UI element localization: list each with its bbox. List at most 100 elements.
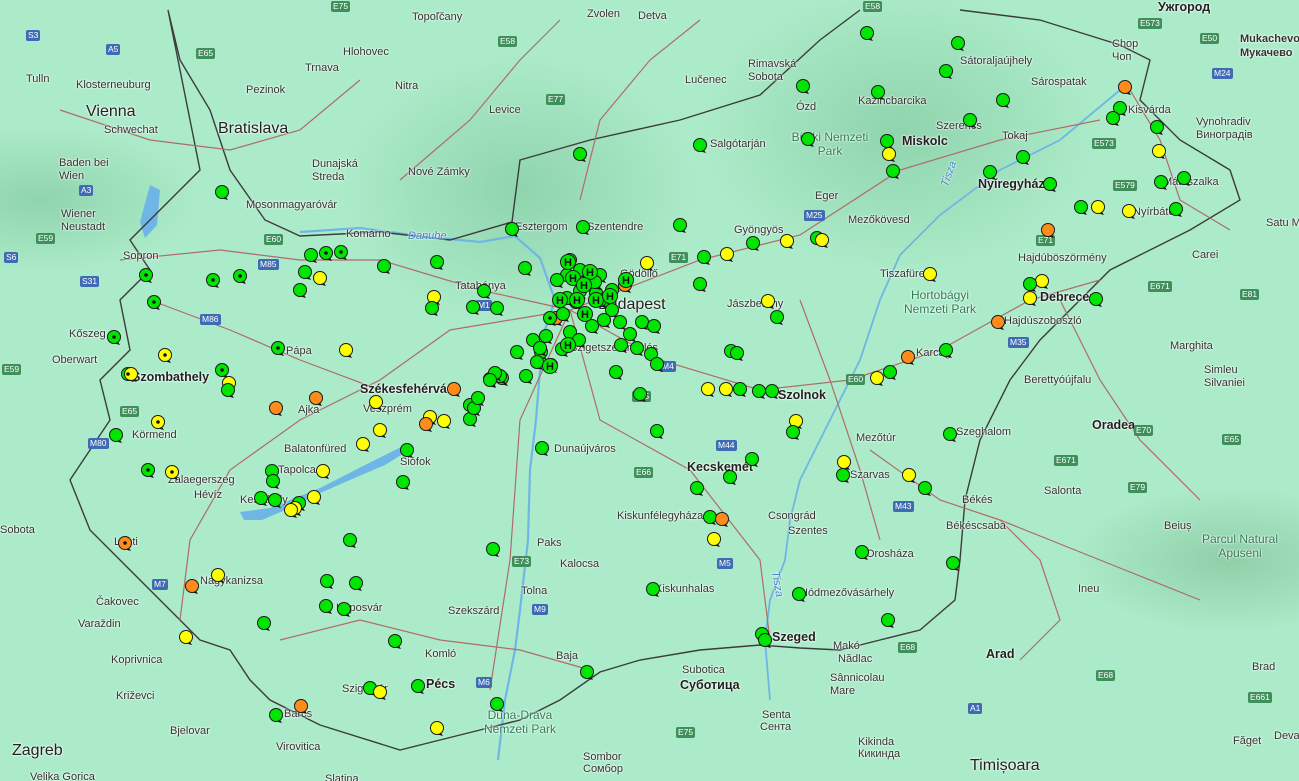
station-marker[interactable] xyxy=(1118,80,1132,94)
station-marker[interactable] xyxy=(796,79,810,93)
station-marker[interactable] xyxy=(871,85,885,99)
station-marker[interactable] xyxy=(673,218,687,232)
station-marker[interactable] xyxy=(307,490,321,504)
station-marker[interactable] xyxy=(284,503,298,517)
station-marker[interactable] xyxy=(466,300,480,314)
station-marker[interactable] xyxy=(881,613,895,627)
station-marker[interactable] xyxy=(946,556,960,570)
station-marker[interactable] xyxy=(597,313,611,327)
station-marker[interactable] xyxy=(269,708,283,722)
station-marker[interactable] xyxy=(539,329,553,343)
station-marker[interactable] xyxy=(573,147,587,161)
station-marker[interactable] xyxy=(752,384,766,398)
station-marker[interactable] xyxy=(257,616,271,630)
station-marker[interactable] xyxy=(510,345,524,359)
station-marker[interactable] xyxy=(269,401,283,415)
station-marker[interactable] xyxy=(580,665,594,679)
station-marker[interactable] xyxy=(855,545,869,559)
station-marker[interactable] xyxy=(983,165,997,179)
station-marker[interactable] xyxy=(298,265,312,279)
station-marker[interactable] xyxy=(490,697,504,711)
station-marker[interactable] xyxy=(836,468,850,482)
station-marker[interactable] xyxy=(211,568,225,582)
station-marker[interactable] xyxy=(1023,291,1037,305)
station-marker[interactable] xyxy=(254,491,268,505)
station-marker[interactable] xyxy=(1089,292,1103,306)
station-marker[interactable] xyxy=(437,414,451,428)
station-marker[interactable] xyxy=(1122,204,1136,218)
station-marker[interactable] xyxy=(179,630,193,644)
station-marker[interactable] xyxy=(1041,223,1055,237)
station-marker[interactable] xyxy=(1043,177,1057,191)
station-marker[interactable] xyxy=(293,283,307,297)
station-marker[interactable] xyxy=(882,147,896,161)
station-marker[interactable] xyxy=(650,357,664,371)
station-marker[interactable] xyxy=(730,346,744,360)
station-marker[interactable] xyxy=(1150,120,1164,134)
station-marker[interactable] xyxy=(647,319,661,333)
station-marker[interactable] xyxy=(1035,274,1049,288)
station-marker[interactable] xyxy=(870,371,884,385)
station-marker[interactable] xyxy=(939,64,953,78)
station-marker[interactable] xyxy=(430,255,444,269)
station-marker[interactable] xyxy=(1152,144,1166,158)
station-marker[interactable] xyxy=(901,350,915,364)
station-marker[interactable] xyxy=(815,233,829,247)
station-marker[interactable] xyxy=(294,699,308,713)
station-marker[interactable] xyxy=(490,301,504,315)
station-marker[interactable] xyxy=(635,315,649,329)
station-marker[interactable] xyxy=(471,391,485,405)
station-marker[interactable] xyxy=(430,721,444,735)
station-marker[interactable] xyxy=(693,138,707,152)
station-marker[interactable] xyxy=(356,437,370,451)
station-marker[interactable] xyxy=(733,382,747,396)
station-marker[interactable] xyxy=(519,369,533,383)
station-marker[interactable] xyxy=(902,468,916,482)
station-marker[interactable] xyxy=(1106,111,1120,125)
station-marker[interactable] xyxy=(1154,175,1168,189)
station-marker[interactable] xyxy=(792,587,806,601)
station-marker[interactable] xyxy=(109,428,123,442)
station-marker[interactable] xyxy=(477,284,491,298)
station-marker[interactable] xyxy=(745,452,759,466)
station-marker[interactable] xyxy=(304,248,318,262)
station-marker[interactable] xyxy=(268,493,282,507)
station-marker[interactable] xyxy=(951,36,965,50)
station-marker[interactable] xyxy=(786,425,800,439)
station-marker[interactable] xyxy=(707,532,721,546)
station-marker[interactable] xyxy=(923,267,937,281)
station-marker[interactable] xyxy=(266,474,280,488)
station-marker[interactable] xyxy=(780,234,794,248)
station-marker[interactable] xyxy=(690,481,704,495)
station-marker[interactable] xyxy=(609,365,623,379)
station-marker[interactable] xyxy=(447,382,461,396)
station-marker[interactable] xyxy=(388,634,402,648)
station-marker[interactable] xyxy=(943,427,957,441)
station-marker[interactable] xyxy=(215,185,229,199)
station-marker[interactable] xyxy=(758,633,772,647)
station-marker[interactable] xyxy=(400,443,414,457)
station-marker[interactable] xyxy=(720,247,734,261)
station-marker[interactable] xyxy=(1169,202,1183,216)
station-marker[interactable] xyxy=(550,273,564,287)
station-marker[interactable] xyxy=(646,582,660,596)
station-marker[interactable] xyxy=(801,132,815,146)
station-marker[interactable] xyxy=(349,576,363,590)
station-marker[interactable] xyxy=(939,343,953,357)
station-marker[interactable] xyxy=(486,542,500,556)
station-marker[interactable] xyxy=(505,222,519,236)
station-marker[interactable] xyxy=(746,236,760,250)
station-marker[interactable] xyxy=(613,315,627,329)
station-marker[interactable] xyxy=(576,220,590,234)
station-marker[interactable] xyxy=(377,259,391,273)
station-marker[interactable] xyxy=(320,574,334,588)
station-marker[interactable] xyxy=(1177,171,1191,185)
station-marker[interactable] xyxy=(1091,200,1105,214)
station-marker[interactable] xyxy=(883,365,897,379)
station-marker[interactable] xyxy=(369,395,383,409)
map-canvas[interactable]: Vienna Bratislava Zagreb Timișoara Tulln… xyxy=(0,0,1299,781)
station-marker[interactable] xyxy=(343,533,357,547)
station-marker[interactable] xyxy=(337,602,351,616)
station-marker[interactable] xyxy=(837,455,851,469)
station-marker[interactable] xyxy=(313,271,327,285)
